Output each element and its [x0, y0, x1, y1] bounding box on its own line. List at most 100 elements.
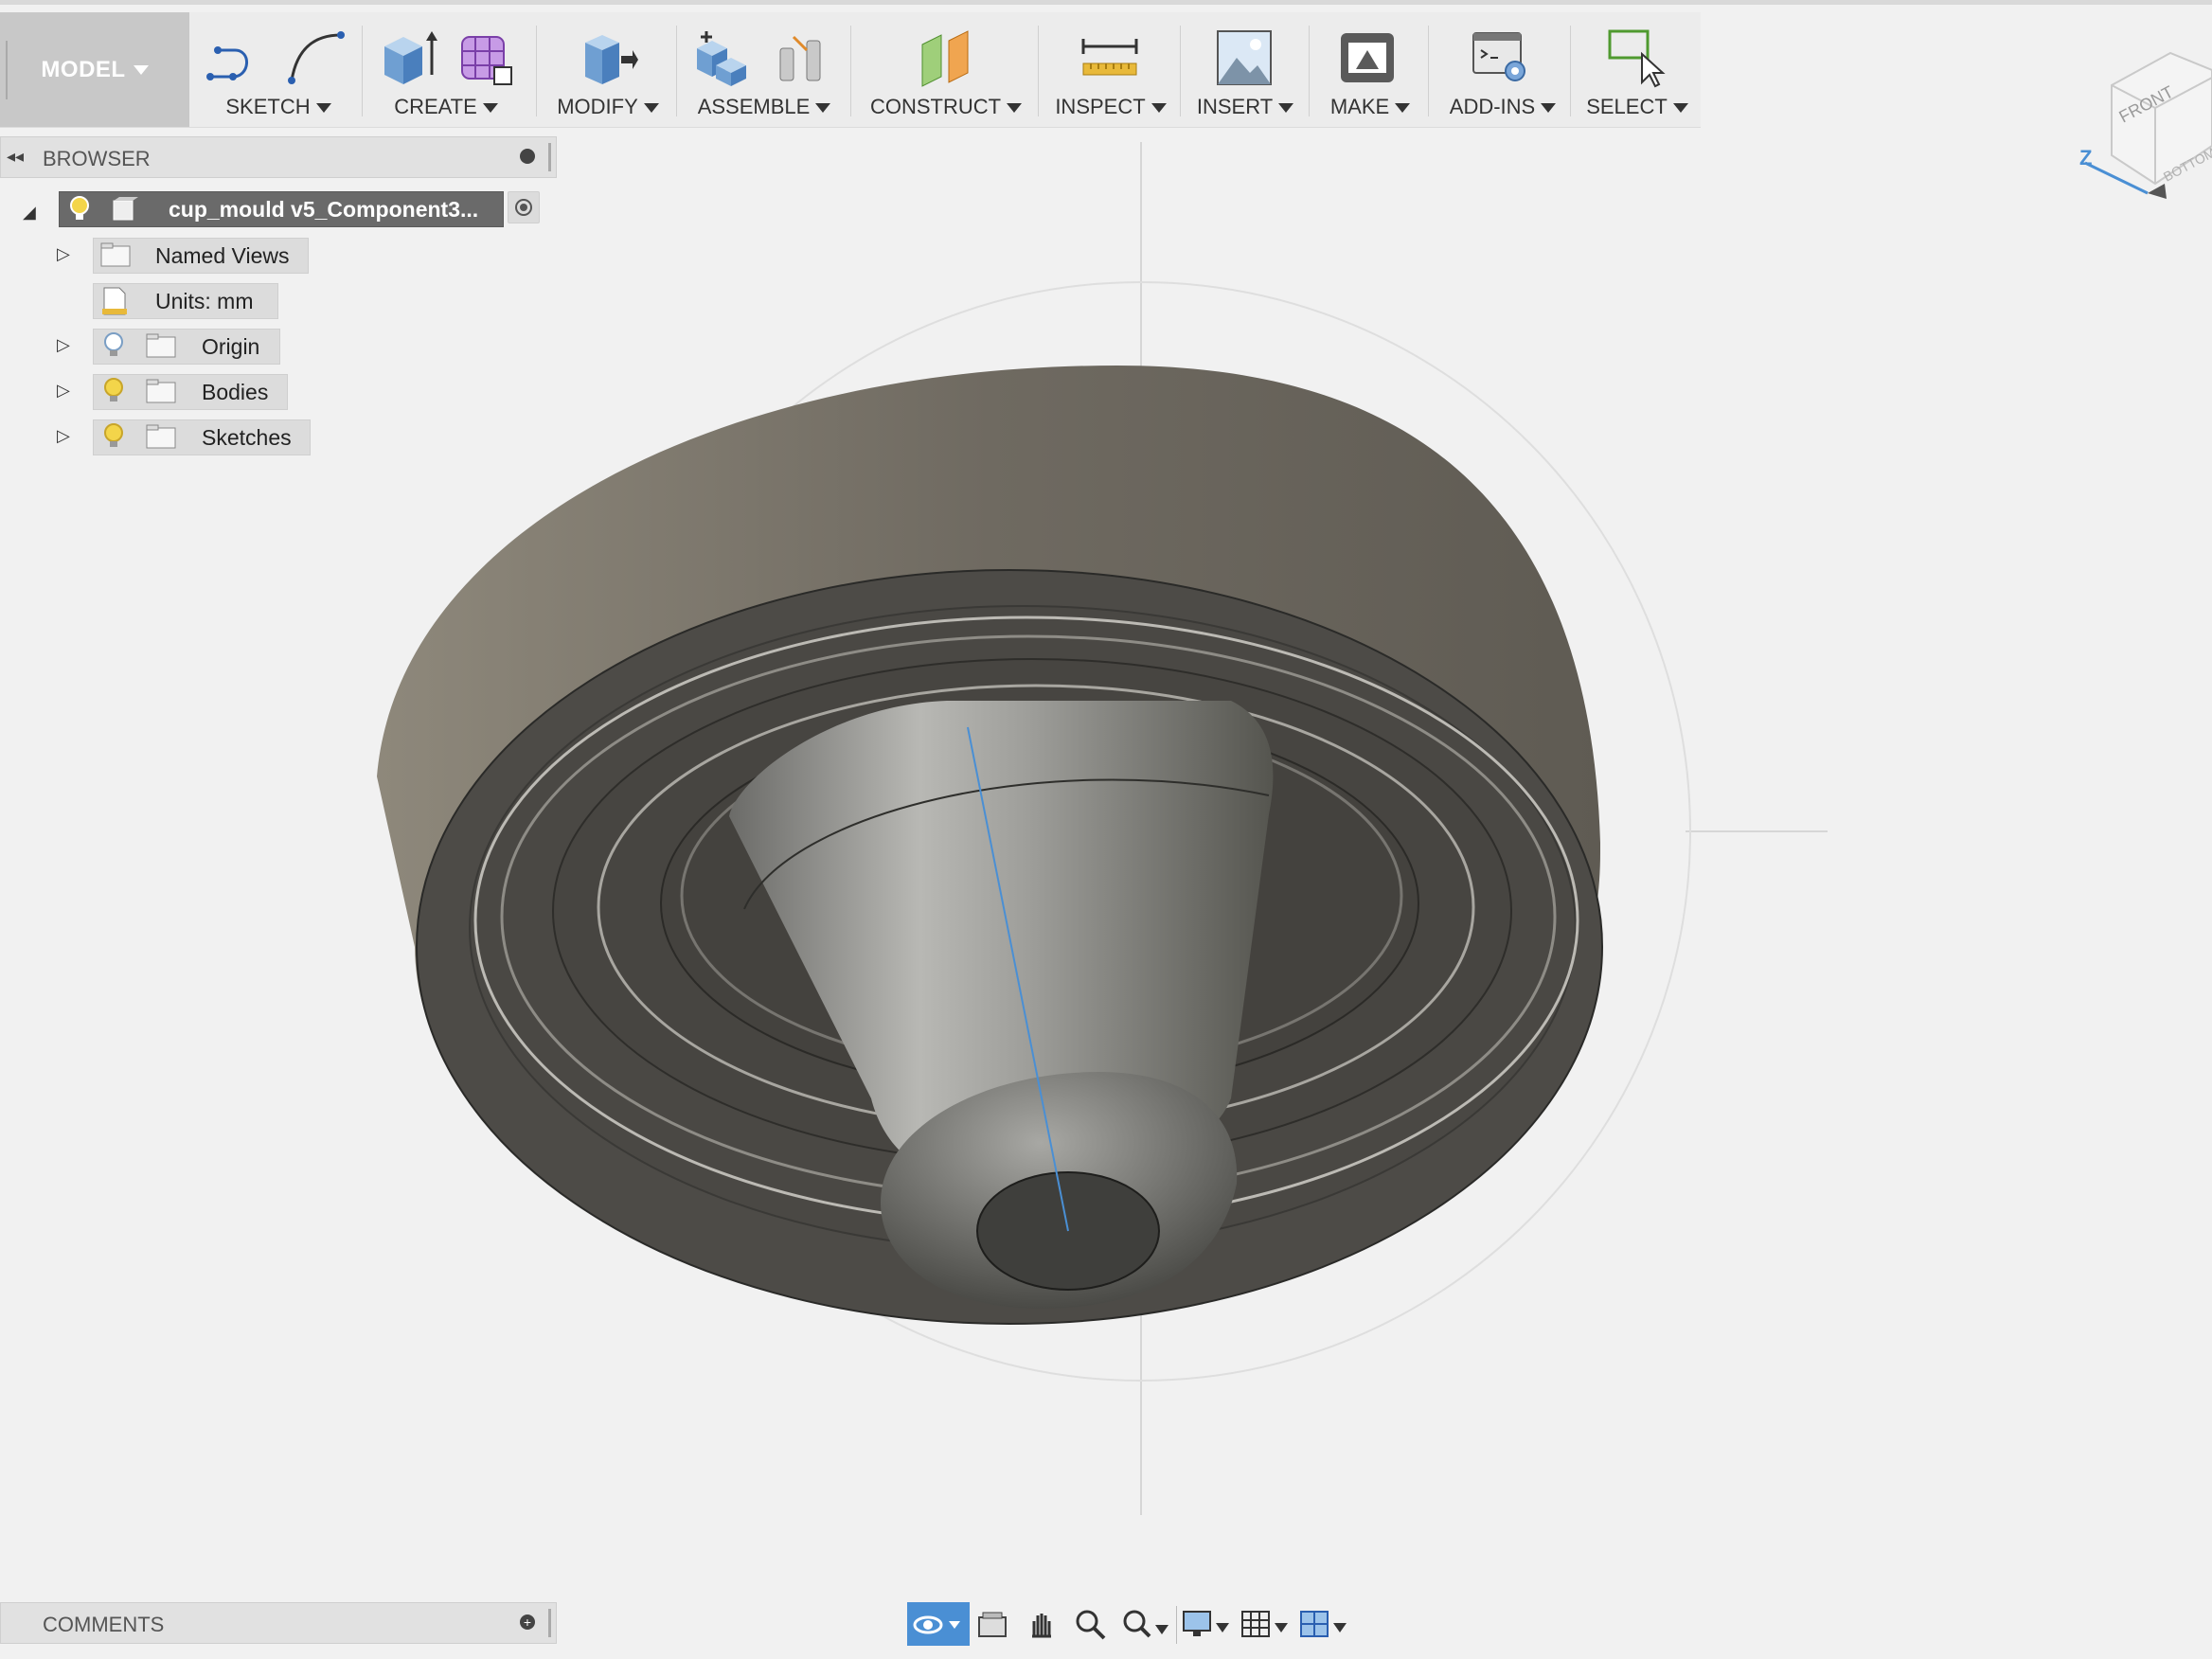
- add-ins-label: ADD-INS: [1449, 95, 1536, 118]
- minimize-panel-icon[interactable]: [520, 149, 535, 164]
- canvas-viewport[interactable]: [0, 127, 2212, 1604]
- expand-triangle-icon[interactable]: ▷: [57, 335, 70, 355]
- collapse-triangle-icon[interactable]: ◢: [23, 203, 36, 223]
- make-label: MAKE: [1329, 95, 1390, 118]
- named-views-label: Named Views: [155, 243, 290, 268]
- toolbar-separator: [1038, 26, 1039, 116]
- folder-icon: [146, 379, 176, 403]
- inspect-group[interactable]: INSPECT: [1044, 12, 1178, 127]
- lightbulb-icon[interactable]: [102, 377, 125, 405]
- expand-triangle-icon[interactable]: ▷: [57, 381, 70, 401]
- fit-view-icon[interactable]: [1121, 1608, 1170, 1642]
- document-icon: [102, 287, 127, 315]
- measure-icon[interactable]: [1079, 27, 1140, 88]
- modify-group[interactable]: MODIFY: [542, 12, 674, 127]
- construct-group[interactable]: CONSTRUCT: [856, 12, 1036, 127]
- look-at-icon[interactable]: [975, 1610, 1009, 1640]
- browser-panel-header[interactable]: ◂◂ BROWSER: [0, 136, 557, 178]
- mould-model[interactable]: [377, 366, 1603, 1325]
- create-label: CREATE: [394, 95, 477, 118]
- modify-label: MODIFY: [557, 95, 638, 118]
- new-component-icon[interactable]: [693, 27, 754, 88]
- sketches-label: Sketches: [202, 425, 292, 450]
- origin-label: Origin: [202, 334, 260, 359]
- chevron-down-icon: [1672, 103, 1688, 114]
- lightbulb-icon[interactable]: [68, 195, 91, 223]
- lightbulb-off-icon[interactable]: [102, 331, 125, 360]
- comments-panel-header[interactable]: COMMENTS +: [0, 1602, 557, 1644]
- scripts-addins-icon[interactable]: [1470, 27, 1530, 88]
- assemble-label: ASSEMBLE: [697, 95, 811, 118]
- assemble-group[interactable]: ASSEMBLE: [682, 12, 847, 127]
- expand-triangle-icon[interactable]: ▷: [57, 426, 70, 446]
- chevron-down-icon: [315, 103, 331, 114]
- insert-image-icon[interactable]: [1214, 27, 1275, 88]
- chevron-down-icon: [815, 103, 831, 114]
- bodies-label: Bodies: [202, 380, 269, 404]
- sketch-line-icon[interactable]: [205, 27, 265, 88]
- collapse-panel-icon[interactable]: ◂◂: [7, 147, 24, 167]
- chevron-down-icon: [643, 103, 659, 114]
- add-ins-group[interactable]: ADD-INS: [1432, 12, 1574, 127]
- viewcube[interactable]: FRONT BOTTOM Z: [2079, 42, 2212, 203]
- offset-plane-icon[interactable]: [917, 27, 977, 88]
- window-select-icon[interactable]: [1606, 27, 1667, 88]
- toolbar-separator: [1570, 26, 1571, 116]
- viewports-icon[interactable]: [1299, 1608, 1348, 1642]
- display-settings-icon[interactable]: [1182, 1608, 1231, 1642]
- create-group[interactable]: CREATE: [366, 12, 526, 127]
- zoom-icon[interactable]: [1074, 1608, 1108, 1642]
- pan-hand-icon[interactable]: [1025, 1608, 1059, 1642]
- toolbar-separator: [1180, 26, 1181, 116]
- expand-triangle-icon[interactable]: ▷: [57, 244, 70, 264]
- toolbar-separator: [536, 26, 537, 116]
- orbit-button[interactable]: [907, 1602, 970, 1646]
- units-label: Units: mm: [155, 289, 254, 313]
- comments-title: COMMENTS: [43, 1613, 165, 1636]
- component-icon: [113, 197, 138, 221]
- folder-icon: [146, 424, 176, 449]
- lightbulb-icon[interactable]: [102, 422, 125, 451]
- panel-grip[interactable]: [548, 1609, 551, 1637]
- toolbar-separator: [850, 26, 851, 116]
- select-group[interactable]: SELECT: [1576, 12, 1699, 127]
- chevron-down-icon: [1395, 103, 1411, 114]
- insert-label: INSERT: [1196, 95, 1274, 118]
- select-label: SELECT: [1586, 95, 1668, 118]
- toolbar-separator: [1176, 1606, 1177, 1644]
- inspect-label: INSPECT: [1055, 95, 1146, 118]
- toolbar-separator: [362, 26, 363, 116]
- chevron-down-icon: [1007, 103, 1023, 114]
- grid-settings-icon[interactable]: [1240, 1608, 1290, 1642]
- 3d-print-icon[interactable]: [1337, 27, 1398, 88]
- toolbar-grip: [6, 41, 8, 99]
- folder-icon: [100, 242, 131, 267]
- navigation-bar: [907, 1602, 1373, 1648]
- folder-icon: [146, 333, 176, 358]
- insert-group[interactable]: INSERT: [1184, 12, 1307, 127]
- workspace-mode-button[interactable]: MODEL: [0, 12, 189, 127]
- activate-component-button[interactable]: [508, 191, 540, 223]
- main-toolbar: MODEL SKETCH CREATE MODIFY ASSEMBLE CONS…: [0, 12, 1701, 128]
- form-icon[interactable]: [456, 27, 517, 88]
- panel-grip[interactable]: [548, 143, 551, 171]
- make-group[interactable]: MAKE: [1314, 12, 1426, 127]
- joint-icon[interactable]: [773, 27, 833, 88]
- extrude-icon[interactable]: [379, 27, 439, 88]
- toolbar-separator: [1428, 26, 1429, 116]
- construct-label: CONSTRUCT: [869, 95, 1002, 118]
- title-strip: [0, 0, 2212, 5]
- chevron-down-icon: [1151, 103, 1167, 114]
- z-axis-label: Z: [2079, 146, 2092, 169]
- press-pull-icon[interactable]: [578, 27, 638, 88]
- sketch-group[interactable]: SKETCH: [197, 12, 360, 127]
- toolbar-separator: [676, 26, 677, 116]
- add-comment-icon[interactable]: +: [520, 1614, 535, 1630]
- sketch-arc-icon[interactable]: [284, 27, 345, 88]
- chevron-down-icon: [1278, 103, 1294, 114]
- chevron-down-icon: [482, 103, 498, 114]
- sketch-label: SKETCH: [225, 95, 311, 118]
- chevron-down-icon: [133, 64, 149, 75]
- orbit-icon: [913, 1615, 960, 1634]
- browser-title: BROWSER: [43, 147, 151, 170]
